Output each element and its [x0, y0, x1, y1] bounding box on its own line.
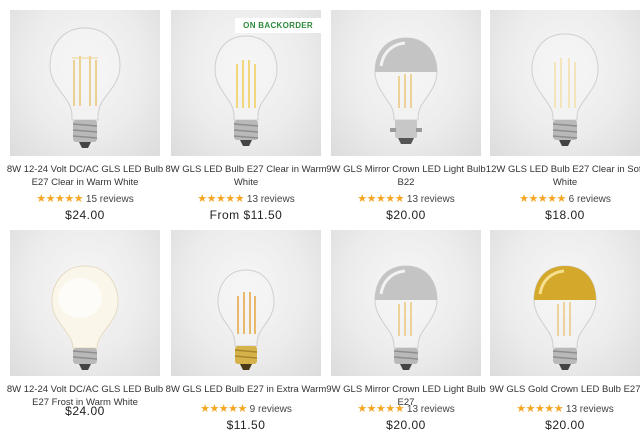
- star-rating-icon: ★★★★★: [516, 403, 564, 415]
- product-price: $24.00: [65, 404, 105, 418]
- frosted-bulb-image: [51, 265, 119, 370]
- product-rating: ★★★★★ 9 reviews: [171, 402, 321, 415]
- product-title[interactable]: 9W GLS Mirror Crown LED Light Bulb B22: [325, 163, 487, 189]
- product-title[interactable]: 8W GLS LED Bulb E27 in Extra Warm: [165, 383, 327, 396]
- review-count: 15 reviews: [85, 194, 134, 205]
- product-price: $18.00: [545, 208, 585, 222]
- review-count: 13 reviews: [406, 404, 455, 415]
- backorder-badge: ON BACKORDER: [235, 18, 321, 33]
- product-rating: ★★★★★ 13 reviews: [490, 402, 640, 415]
- product-rating: ★★★★★ 15 reviews: [10, 192, 160, 205]
- clear-bulb-image: [49, 27, 121, 148]
- star-rating-icon: ★★★★★: [357, 193, 405, 205]
- review-count: 13 reviews: [565, 404, 614, 415]
- review-count: 13 reviews: [406, 194, 455, 205]
- review-count: 13 reviews: [246, 194, 295, 205]
- product-image[interactable]: [171, 230, 321, 376]
- product-rating: ★★★★★ 6 reviews: [490, 192, 640, 205]
- product-image[interactable]: [10, 10, 160, 156]
- product-rating: ★★★★★ 13 reviews: [331, 402, 481, 415]
- product-image[interactable]: [331, 230, 481, 376]
- mirror-crown-bulb-image: [374, 37, 438, 144]
- product-title[interactable]: 8W 12-24 Volt DC/AC GLS LED Bulb E27 Cle…: [4, 163, 166, 189]
- review-count: 9 reviews: [249, 404, 292, 415]
- product-image[interactable]: [10, 230, 160, 376]
- product-price: $20.00: [386, 418, 426, 432]
- mirror-crown-bulb-image: [374, 265, 438, 370]
- product-image[interactable]: [490, 230, 640, 376]
- star-rating-icon: ★★★★★: [357, 403, 405, 415]
- product-image[interactable]: [331, 10, 481, 156]
- product-rating: ★★★★★ 13 reviews: [171, 192, 321, 205]
- product-price: $20.00: [545, 418, 585, 432]
- product-grid: 8W 12-24 Volt DC/AC GLS LED Bulb E27 Cle…: [0, 0, 640, 437]
- product-price: From $11.50: [209, 208, 283, 222]
- review-count: 6 reviews: [568, 194, 611, 205]
- product-title[interactable]: 8W GLS LED Bulb E27 Clear in Warm White: [165, 163, 327, 189]
- star-rating-icon: ★★★★★: [36, 193, 84, 205]
- star-rating-icon: ★★★★★: [197, 193, 245, 205]
- gold-crown-bulb-image: [533, 265, 597, 370]
- star-rating-icon: ★★★★★: [519, 193, 566, 205]
- product-image[interactable]: ON BACKORDER: [171, 10, 321, 156]
- product-price: $11.50: [226, 418, 266, 432]
- product-price: $20.00: [386, 208, 426, 222]
- product-image[interactable]: [490, 10, 640, 156]
- star-rating-icon: ★★★★★: [200, 403, 247, 415]
- product-title[interactable]: 9W GLS Gold Crown LED Bulb E27: [484, 383, 640, 396]
- extra-warm-bulb-image: [217, 269, 275, 370]
- clear-bulb-image: [531, 33, 599, 146]
- product-rating: ★★★★★ 13 reviews: [331, 192, 481, 205]
- product-price: $24.00: [65, 208, 105, 222]
- product-title[interactable]: 12W GLS LED Bulb E27 Clear in Soft White: [484, 163, 640, 189]
